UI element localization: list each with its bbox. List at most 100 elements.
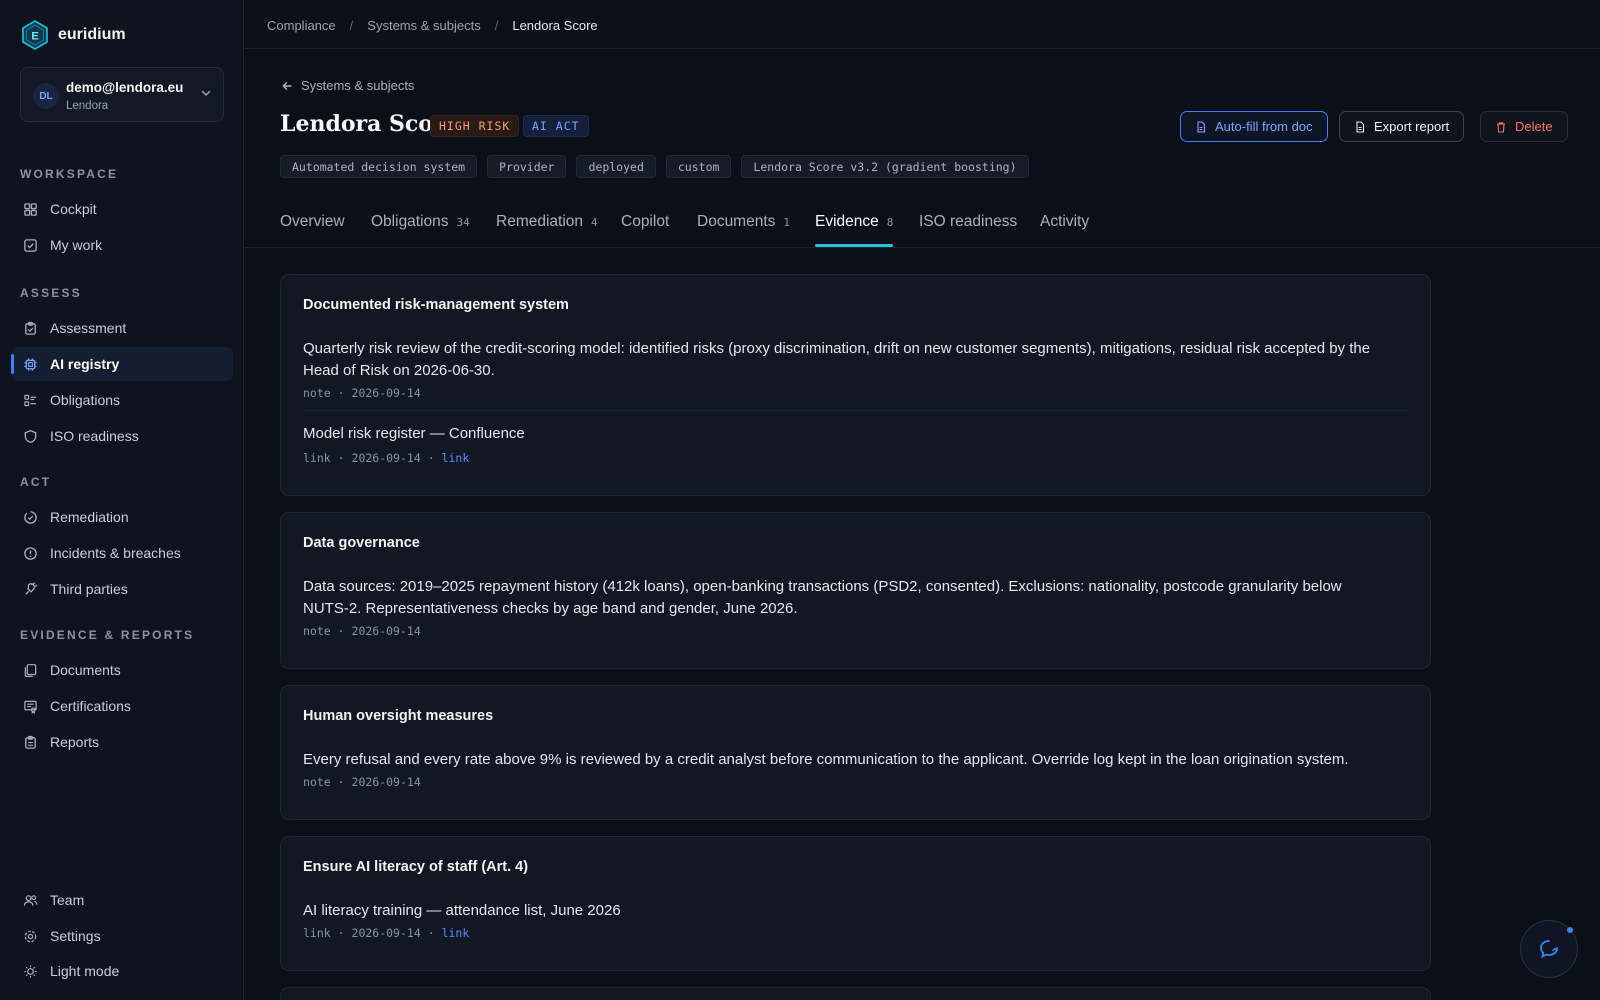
chat-icon xyxy=(1540,940,1558,959)
sidebar-item-label: Obligations xyxy=(50,392,121,408)
tab-evidence[interactable]: Evidence 8 xyxy=(815,213,893,231)
sidebar-item-ai-registry[interactable]: AI registry xyxy=(11,347,233,381)
sidebar-item-obligations[interactable]: Obligations xyxy=(12,383,233,417)
chevron-down-icon xyxy=(201,90,211,97)
evidence-group-title: Data governance xyxy=(303,535,420,551)
files-icon xyxy=(24,663,37,677)
tab-overview[interactable]: Overview xyxy=(280,213,345,231)
topbar: Compliance / Systems & subjects / Lendor… xyxy=(245,0,1600,49)
evidence-item-text: Model risk register — Confluence xyxy=(303,425,525,442)
delete-button-label: Delete xyxy=(1515,119,1553,134)
sidebar-item-documents[interactable]: Documents xyxy=(12,653,233,687)
evidence-group-title: Documented risk-management system xyxy=(303,297,569,313)
sidebar-item-label: Settings xyxy=(50,928,101,944)
evidence-group-title: Ensure AI literacy of staff (Art. 4) xyxy=(303,859,529,875)
evidence-item-text: Data sources: 2019–2025 repayment histor… xyxy=(303,578,1342,617)
breadcrumb-compliance[interactable]: Compliance xyxy=(267,18,336,33)
document-icon xyxy=(1197,120,1206,133)
evidence-group: Human oversight measures Every refusal a… xyxy=(280,685,1431,820)
sidebar-item-incidents[interactable]: Incidents & breaches xyxy=(12,536,233,570)
sidebar: E euridium DL demo@lendora.eu Lendora WO… xyxy=(0,0,244,1000)
alert-circle-icon xyxy=(24,546,37,560)
evidence-item-text: AI literacy training — attendance list, … xyxy=(303,902,621,919)
sidebar-item-remediation[interactable]: Remediation xyxy=(12,500,233,534)
evidence-item-meta: note · 2026-09-14 xyxy=(303,624,421,638)
brand[interactable]: E euridium xyxy=(22,20,126,50)
award-icon xyxy=(24,700,37,714)
sidebar-item-cockpit[interactable]: Cockpit xyxy=(12,192,233,226)
tag-system-type: Automated decision system xyxy=(280,155,478,178)
evidence-item-meta: note · 2026-09-14 xyxy=(303,775,421,789)
breadcrumb-separator: / xyxy=(494,18,499,33)
evidence-item-meta: note · 2026-09-14 xyxy=(303,386,421,400)
tab-copilot[interactable]: Copilot xyxy=(621,213,669,231)
sidebar-item-label: Remediation xyxy=(50,509,129,525)
tabs-divider xyxy=(245,247,1600,248)
clipboard-check-icon xyxy=(25,321,36,335)
sidebar-item-settings[interactable]: Settings xyxy=(12,919,233,953)
export-report-button[interactable]: Export report xyxy=(1339,111,1465,142)
account-org: Lendora xyxy=(66,100,109,112)
tab-remediation[interactable]: Remediation 4 xyxy=(496,213,598,231)
account-email: demo@lendora.eu xyxy=(66,80,184,95)
shield-icon xyxy=(24,429,37,443)
sidebar-item-my-work[interactable]: My work xyxy=(12,228,233,262)
users-icon xyxy=(23,894,38,906)
notification-dot xyxy=(1567,927,1573,933)
breadcrumb-current: Lendora Score xyxy=(512,18,598,33)
sidebar-item-label: My work xyxy=(50,237,103,253)
evidence-link[interactable]: link xyxy=(442,926,470,940)
sidebar-item-light-mode[interactable]: Light mode xyxy=(12,954,233,988)
sidebar-item-third-parties[interactable]: Third parties xyxy=(12,572,233,606)
sidebar-item-certifications[interactable]: Certifications xyxy=(12,689,233,723)
sidebar-item-label: Light mode xyxy=(50,963,120,979)
arrow-left-icon xyxy=(282,81,292,90)
sidebar-item-reports[interactable]: Reports xyxy=(12,725,233,759)
evidence-group-partial xyxy=(280,987,1431,1000)
evidence-item-meta: link · 2026-09-14 · link xyxy=(303,926,470,940)
active-tab-indicator xyxy=(815,244,893,247)
tab-iso-readiness[interactable]: ISO readiness xyxy=(919,213,1017,231)
regulation-badge: AI ACT xyxy=(523,115,589,137)
tab-obligations[interactable]: Obligations 34 xyxy=(371,213,470,231)
sidebar-item-iso-readiness[interactable]: ISO readiness xyxy=(12,419,233,453)
tab-documents[interactable]: Documents 1 xyxy=(697,213,790,231)
sun-icon xyxy=(24,964,37,978)
evidence-item-text: Quarterly risk review of the credit-scor… xyxy=(303,340,1371,379)
sidebar-item-team[interactable]: Team xyxy=(12,883,233,917)
sidebar-item-label: Certifications xyxy=(50,698,131,714)
evidence-group: Documented risk-management system Quarte… xyxy=(280,274,1431,496)
tab-activity[interactable]: Activity xyxy=(1040,213,1089,231)
document-icon xyxy=(1356,120,1365,133)
tab-label: Remediation xyxy=(496,213,584,230)
tab-label: Evidence xyxy=(815,213,879,230)
trash-icon xyxy=(1497,121,1505,133)
breadcrumb-systems[interactable]: Systems & subjects xyxy=(367,18,480,33)
sidebar-item-assessment[interactable]: Assessment xyxy=(12,311,233,345)
account-switcher[interactable]: DL demo@lendora.eu Lendora xyxy=(20,67,224,122)
circle-dashed-check-icon xyxy=(24,510,37,524)
back-link[interactable]: Systems & subjects xyxy=(281,78,414,93)
tab-label: Obligations xyxy=(371,213,449,230)
sidebar-item-label: Assessment xyxy=(50,320,127,336)
evidence-link[interactable]: link xyxy=(442,451,470,465)
gear-icon xyxy=(24,930,37,942)
autofill-button[interactable]: Auto-fill from doc xyxy=(1180,111,1328,142)
plug-icon xyxy=(25,581,38,595)
export-report-button-label: Export report xyxy=(1374,119,1450,134)
grid-icon xyxy=(24,202,37,216)
autofill-button-label: Auto-fill from doc xyxy=(1215,119,1313,134)
tab-label: Overview xyxy=(280,213,345,230)
risk-badge: HIGH RISK xyxy=(430,115,520,137)
delete-button[interactable]: Delete xyxy=(1480,111,1568,142)
tag-status: deployed xyxy=(576,155,656,178)
nav-section-assess: ASSESS xyxy=(20,286,82,300)
breadcrumb: Compliance / Systems & subjects / Lendor… xyxy=(267,18,598,33)
chat-launcher-button[interactable] xyxy=(1520,920,1578,978)
breadcrumb-separator: / xyxy=(349,18,354,33)
evidence-item-meta: link · 2026-09-14 · link xyxy=(303,451,470,465)
evidence-group: Data governance Data sources: 2019–2025 … xyxy=(280,512,1431,669)
sidebar-item-label: AI registry xyxy=(50,356,120,372)
system-tags: Automated decision system Provider deplo… xyxy=(280,155,1029,178)
tab-label: Activity xyxy=(1040,213,1090,230)
